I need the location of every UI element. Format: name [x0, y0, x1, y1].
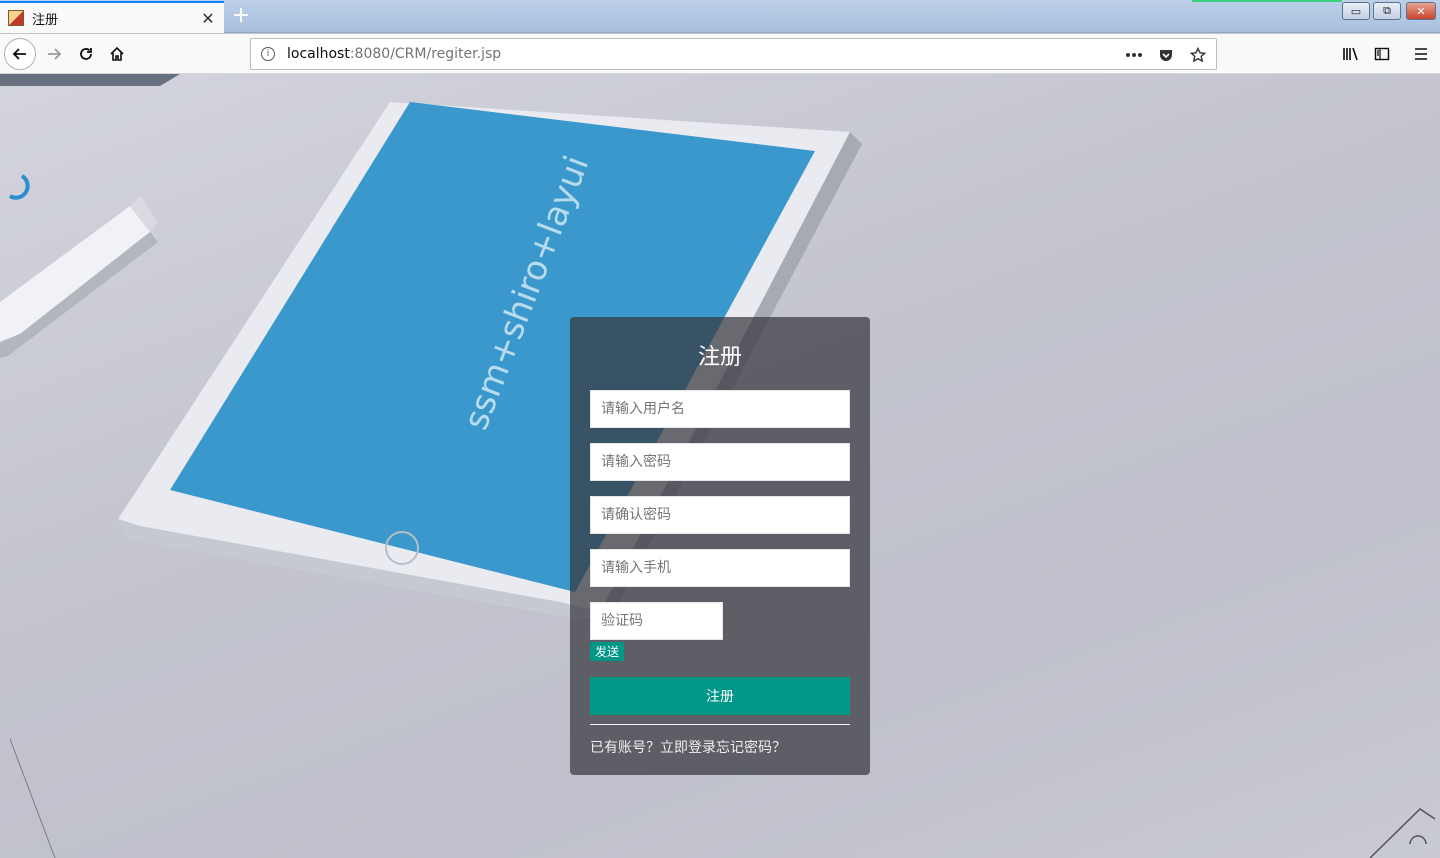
- phone-input[interactable]: [590, 549, 850, 587]
- more-icon[interactable]: [1124, 45, 1144, 65]
- maximize-window-button[interactable]: ⧉: [1373, 2, 1401, 20]
- username-input[interactable]: [590, 390, 850, 428]
- register-title: 注册: [697, 345, 742, 370]
- forward-icon: [48, 48, 62, 60]
- close-window-button[interactable]: ✕: [1406, 2, 1436, 20]
- menu-icon: [1415, 48, 1427, 60]
- url-actions: [1124, 45, 1208, 65]
- sidebar-button[interactable]: [1366, 38, 1398, 70]
- address-bar[interactable]: i localhost :8080/CRM/regiter.jsp: [250, 38, 1217, 70]
- tab-close-icon[interactable]: ✕: [198, 8, 218, 28]
- back-icon: [12, 48, 26, 60]
- forward-button[interactable]: [38, 38, 70, 70]
- account-links: 已有账号？ 立即登录 忘记密码？: [590, 737, 786, 757]
- url-host: localhost: [287, 46, 350, 62]
- sidebar-icon: [1374, 47, 1390, 61]
- pocket-icon[interactable]: [1156, 45, 1176, 65]
- home-icon: [110, 46, 124, 61]
- captcha-input[interactable]: [590, 602, 723, 640]
- reload-icon: [80, 48, 92, 60]
- send-code-button[interactable]: 发送: [590, 642, 625, 661]
- register-button[interactable]: 注册: [590, 677, 850, 715]
- library-icon: [1343, 47, 1358, 61]
- favicon-icon: [8, 10, 24, 26]
- page-content: ssm+shiro+layui 注册 发送 注册 已有账号？ 立即登录 忘记密码…: [0, 74, 1440, 858]
- have-account-text: 已有账号？: [590, 740, 660, 756]
- forgot-password-link[interactable]: 忘记密码？: [716, 737, 786, 757]
- tab-title: 注册: [32, 12, 59, 28]
- library-button[interactable]: [1335, 38, 1367, 70]
- login-link[interactable]: 立即登录: [660, 737, 716, 757]
- url-path: :8080/CRM/regiter.jsp: [349, 46, 502, 62]
- confirm-password-input[interactable]: [590, 496, 850, 534]
- register-panel: 注册 发送 注册 已有账号？ 立即登录 忘记密码？: [570, 317, 870, 775]
- minimize-window-button[interactable]: ▭: [1342, 2, 1370, 20]
- browser-tab[interactable]: 注册 ✕: [0, 1, 224, 33]
- reload-button[interactable]: [70, 38, 102, 70]
- divider: [590, 724, 850, 725]
- navigation-toolbar: i localhost :8080/CRM/regiter.jsp: [0, 34, 1440, 74]
- new-tab-button[interactable]: +: [230, 4, 252, 28]
- loading-indicator: [1192, 0, 1342, 2]
- info-icon[interactable]: i: [261, 47, 275, 61]
- star-icon[interactable]: [1188, 45, 1208, 65]
- home-button[interactable]: [101, 38, 133, 70]
- menu-button[interactable]: [1405, 38, 1437, 70]
- tab-strip: 注册 ✕ + ▭ ⧉ ✕: [0, 0, 1440, 33]
- back-button[interactable]: [4, 38, 36, 70]
- password-input[interactable]: [590, 443, 850, 481]
